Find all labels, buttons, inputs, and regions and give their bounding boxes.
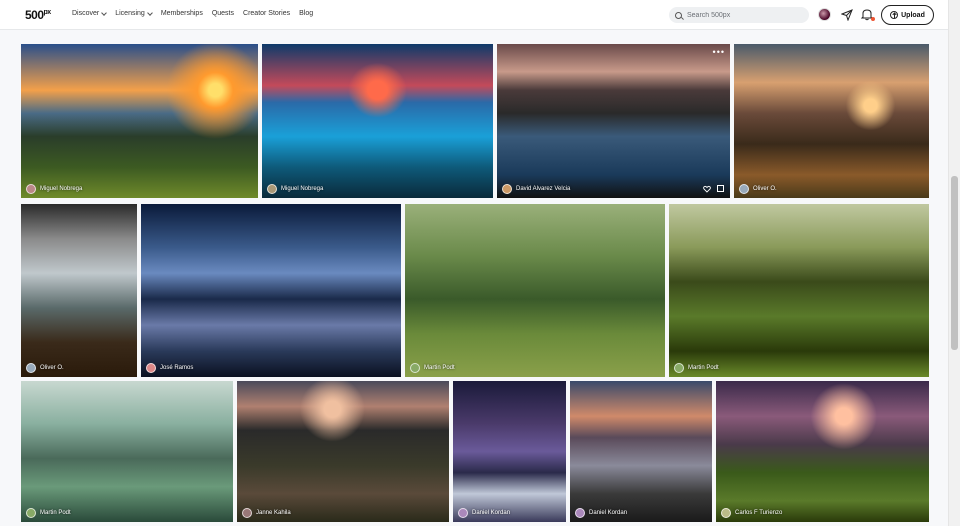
photographer-avatar <box>242 508 252 518</box>
photographer-avatar <box>739 184 749 194</box>
menu-creator-stories[interactable]: Creator Stories <box>243 10 290 17</box>
photographer-name: David Alvarez Velcia <box>516 186 571 192</box>
photo-tile[interactable]: Oliver O. <box>734 44 929 198</box>
photographer-avatar <box>721 508 731 518</box>
photographer-avatar <box>146 363 156 373</box>
photo-tile[interactable]: Martin Podt <box>21 381 233 522</box>
photographer-credit[interactable]: Martin Podt <box>26 508 71 518</box>
photographer-name: Carlos F Turienzo <box>735 510 783 516</box>
photographer-name: Janne Kahila <box>256 510 291 516</box>
add-to-gallery-icon[interactable] <box>717 185 724 192</box>
upload-icon <box>890 11 899 19</box>
photographer-name: Daniel Kordan <box>589 510 628 516</box>
chevron-down-icon <box>146 9 153 16</box>
photographer-credit[interactable]: Janne Kahila <box>242 508 291 518</box>
send-icon[interactable] <box>841 9 853 21</box>
search-input[interactable] <box>687 11 797 19</box>
photographer-credit[interactable]: Daniel Kordan <box>458 508 510 518</box>
photo-tile[interactable]: David Alvarez Velcia ••• <box>497 44 730 198</box>
main-menu: Discover Licensing Memberships Quests Cr… <box>72 9 322 17</box>
photographer-credit[interactable]: Miguel Nobrega <box>267 184 323 194</box>
photographer-name: Martin Podt <box>688 365 719 371</box>
photographer-credit[interactable]: José Ramos <box>146 363 193 373</box>
photographer-avatar <box>674 363 684 373</box>
photo-tile[interactable]: Miguel Nobrega <box>262 44 493 198</box>
photographer-avatar <box>26 184 36 194</box>
photographer-avatar <box>410 363 420 373</box>
scroll-thumb[interactable] <box>951 176 958 350</box>
menu-memberships[interactable]: Memberships <box>161 10 203 17</box>
photo-tile[interactable]: Daniel Kordan <box>453 381 566 522</box>
photographer-credit[interactable]: Daniel Kordan <box>575 508 627 518</box>
menu-licensing[interactable]: Licensing <box>115 9 153 17</box>
photo-tile[interactable]: Martin Podt <box>405 204 665 377</box>
photographer-avatar <box>502 184 512 194</box>
photographer-avatar <box>26 508 36 518</box>
photographer-credit[interactable]: Miguel Nobrega <box>26 184 82 194</box>
photo-tile[interactable]: Martin Podt <box>669 204 929 377</box>
photo-tile[interactable]: Janne Kahila <box>237 381 449 522</box>
menu-discover[interactable]: Discover <box>72 9 108 17</box>
photo-tile[interactable]: Carlos F Turienzo <box>716 381 929 522</box>
photographer-credit[interactable]: Oliver O. <box>739 184 777 194</box>
photographer-name: Martin Podt <box>424 365 455 371</box>
chevron-down-icon <box>101 9 108 16</box>
photographer-avatar <box>575 508 585 518</box>
photographer-name: Oliver O. <box>40 365 64 371</box>
photographer-name: Oliver O. <box>753 186 777 192</box>
photographer-credit[interactable]: Martin Podt <box>674 363 719 373</box>
photo-tile[interactable]: Miguel Nobrega <box>21 44 258 198</box>
menu-quests[interactable]: Quests <box>212 10 234 17</box>
photographer-name: Martin Podt <box>40 510 71 516</box>
menu-blog[interactable]: Blog <box>299 10 313 17</box>
photographer-avatar <box>267 184 277 194</box>
photo-tile[interactable]: José Ramos <box>141 204 401 377</box>
photographer-credit[interactable]: Martin Podt <box>410 363 455 373</box>
user-avatar[interactable] <box>818 8 831 21</box>
photographer-avatar <box>458 508 468 518</box>
photographer-credit[interactable]: Carlos F Turienzo <box>721 508 782 518</box>
photographer-name: José Ramos <box>160 365 194 371</box>
more-options-icon[interactable]: ••• <box>713 47 725 57</box>
photo-tile[interactable]: Oliver O. <box>21 204 137 377</box>
logo[interactable]: 500px <box>25 8 51 22</box>
page-scrollbar[interactable] <box>948 0 960 526</box>
photographer-name: Daniel Kordan <box>472 510 511 516</box>
photographer-name: Miguel Nobrega <box>281 186 324 192</box>
photographer-name: Miguel Nobrega <box>40 186 83 192</box>
photographer-credit[interactable]: Oliver O. <box>26 363 64 373</box>
search-icon <box>675 11 682 19</box>
photo-actions <box>703 185 724 193</box>
upload-button[interactable]: Upload <box>881 5 934 25</box>
photographer-avatar <box>26 363 36 373</box>
notification-dot <box>871 17 875 21</box>
heart-icon[interactable] <box>703 185 711 193</box>
photo-tile[interactable]: Daniel Kordan <box>570 381 712 522</box>
photographer-credit[interactable]: David Alvarez Velcia <box>502 184 570 194</box>
top-navigation: 500px Discover Licensing Memberships Que… <box>0 0 948 30</box>
search-bar[interactable] <box>669 7 809 23</box>
